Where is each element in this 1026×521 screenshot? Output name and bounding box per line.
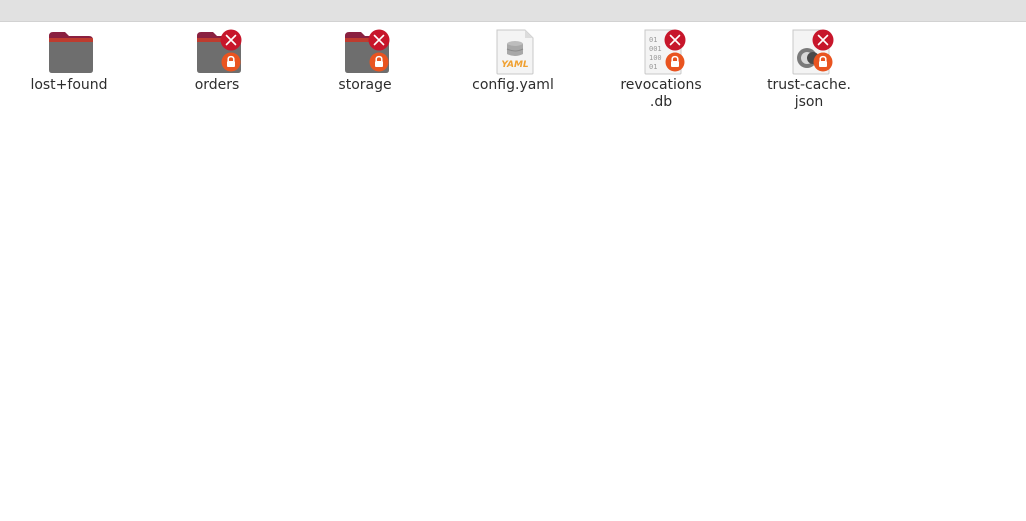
file-item-config-yaml[interactable]: YAML config.yaml bbox=[458, 28, 568, 124]
lock-emblem-icon bbox=[665, 52, 685, 72]
unreadable-emblem-icon bbox=[368, 29, 390, 51]
lock-emblem-icon bbox=[369, 52, 389, 72]
svg-text:YAML: YAML bbox=[501, 60, 529, 70]
file-item-storage[interactable]: storage bbox=[310, 28, 420, 124]
svg-text:001: 001 bbox=[649, 45, 662, 53]
file-name: trust-cache. json bbox=[767, 77, 851, 110]
unreadable-emblem-icon bbox=[812, 29, 834, 51]
unreadable-emblem-icon bbox=[664, 29, 686, 51]
svg-text:100: 100 bbox=[649, 54, 662, 62]
folder-icon bbox=[343, 28, 391, 76]
lock-emblem-icon bbox=[813, 52, 833, 72]
file-name: revocations .db bbox=[620, 77, 702, 110]
svg-text:01: 01 bbox=[649, 63, 657, 71]
lock-emblem-icon bbox=[221, 52, 241, 72]
yaml-file-icon: YAML bbox=[491, 28, 539, 76]
folder-icon bbox=[47, 28, 95, 76]
file-name: storage bbox=[338, 77, 392, 93]
unreadable-emblem-icon bbox=[220, 29, 242, 51]
folder-icon bbox=[195, 28, 243, 76]
database-file-icon: 01 001 100 01 bbox=[639, 28, 687, 76]
file-name: config.yaml bbox=[472, 77, 554, 93]
title-bar bbox=[0, 0, 1026, 22]
file-item-orders[interactable]: orders bbox=[162, 28, 272, 124]
file-name: orders bbox=[194, 77, 240, 93]
file-view[interactable]: lost+found orders storage YAML config.ya… bbox=[0, 22, 1026, 521]
file-name: lost+found bbox=[30, 77, 108, 93]
svg-text:01: 01 bbox=[649, 36, 657, 44]
file-item-lost-found[interactable]: lost+found bbox=[14, 28, 124, 124]
file-item-trust-cache-json[interactable]: trust-cache. json bbox=[754, 28, 864, 124]
json-file-icon bbox=[787, 28, 835, 76]
file-item-revocations-db[interactable]: 01 001 100 01 revocations .db bbox=[606, 28, 716, 124]
